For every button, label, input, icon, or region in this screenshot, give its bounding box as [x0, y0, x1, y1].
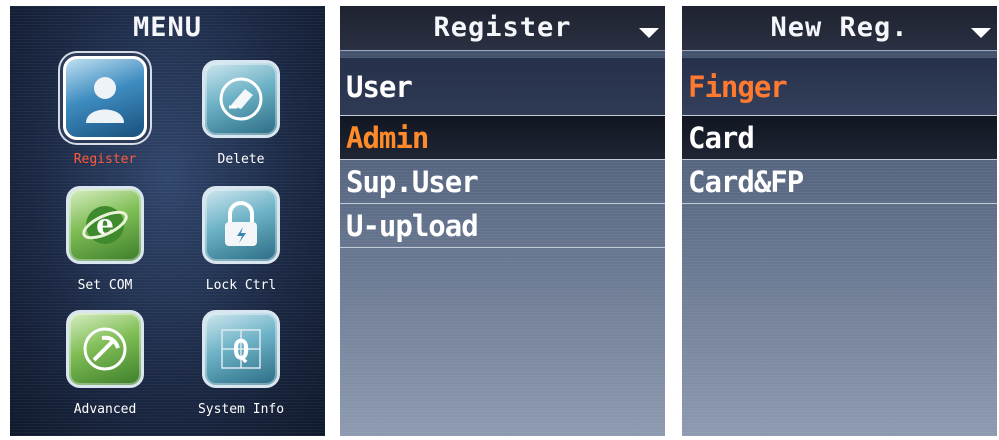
menu-label-delete: Delete	[217, 152, 265, 167]
menu-item-set-com[interactable]: e Set COM	[40, 186, 170, 296]
menu-title: MENU	[132, 12, 203, 43]
pickaxe-icon	[66, 310, 144, 388]
new-reg-list: Finger Card Card&FP	[682, 58, 997, 204]
list-item-sup-user[interactable]: Sup.User	[340, 160, 665, 204]
new-reg-panel: New Reg. Finger Card Card&FP	[682, 6, 997, 436]
register-panel: Register User Admin Sup.User U-upload	[340, 6, 665, 436]
list-item-card[interactable]: Card	[682, 116, 997, 160]
user-silhouette-icon	[63, 56, 147, 140]
list-item-admin[interactable]: Admin	[340, 116, 665, 160]
list-item-finger[interactable]: Finger	[682, 58, 997, 116]
padlock-icon	[202, 186, 280, 264]
menu-label-system-info: System Info	[197, 402, 285, 417]
menu-item-register[interactable]: Register	[40, 56, 170, 170]
new-reg-title: New Reg.	[682, 6, 997, 51]
list-item-u-upload[interactable]: U-upload	[340, 204, 665, 248]
menu-item-lock-ctrl[interactable]: Lock Ctrl	[176, 186, 306, 296]
menu-item-delete[interactable]: Delete	[176, 60, 306, 170]
menu-label-advanced: Advanced	[73, 402, 137, 417]
menu-label-register: Register	[73, 152, 137, 167]
register-title-text: Register	[433, 12, 572, 43]
q-grid-icon: Q	[202, 310, 280, 388]
dropdown-arrow-icon[interactable]	[971, 28, 991, 38]
menu-item-system-info[interactable]: Q System Info	[176, 310, 306, 420]
eraser-icon	[202, 60, 280, 138]
dropdown-arrow-icon[interactable]	[639, 28, 659, 38]
svg-text:Q: Q	[233, 333, 250, 366]
new-reg-title-text: New Reg.	[770, 12, 909, 43]
list-item-user[interactable]: User	[340, 58, 665, 116]
register-list: User Admin Sup.User U-upload	[340, 58, 665, 248]
list-item-card-fp[interactable]: Card&FP	[682, 160, 997, 204]
menu-item-advanced[interactable]: Advanced	[40, 310, 170, 420]
menu-label-set-com: Set COM	[77, 278, 133, 293]
globe-e-icon: e	[66, 186, 144, 264]
menu-panel: MENU Register Delete e Set COM Lock Ctrl…	[10, 6, 325, 436]
menu-label-lock-ctrl: Lock Ctrl	[205, 278, 277, 293]
register-title: Register	[340, 6, 665, 51]
